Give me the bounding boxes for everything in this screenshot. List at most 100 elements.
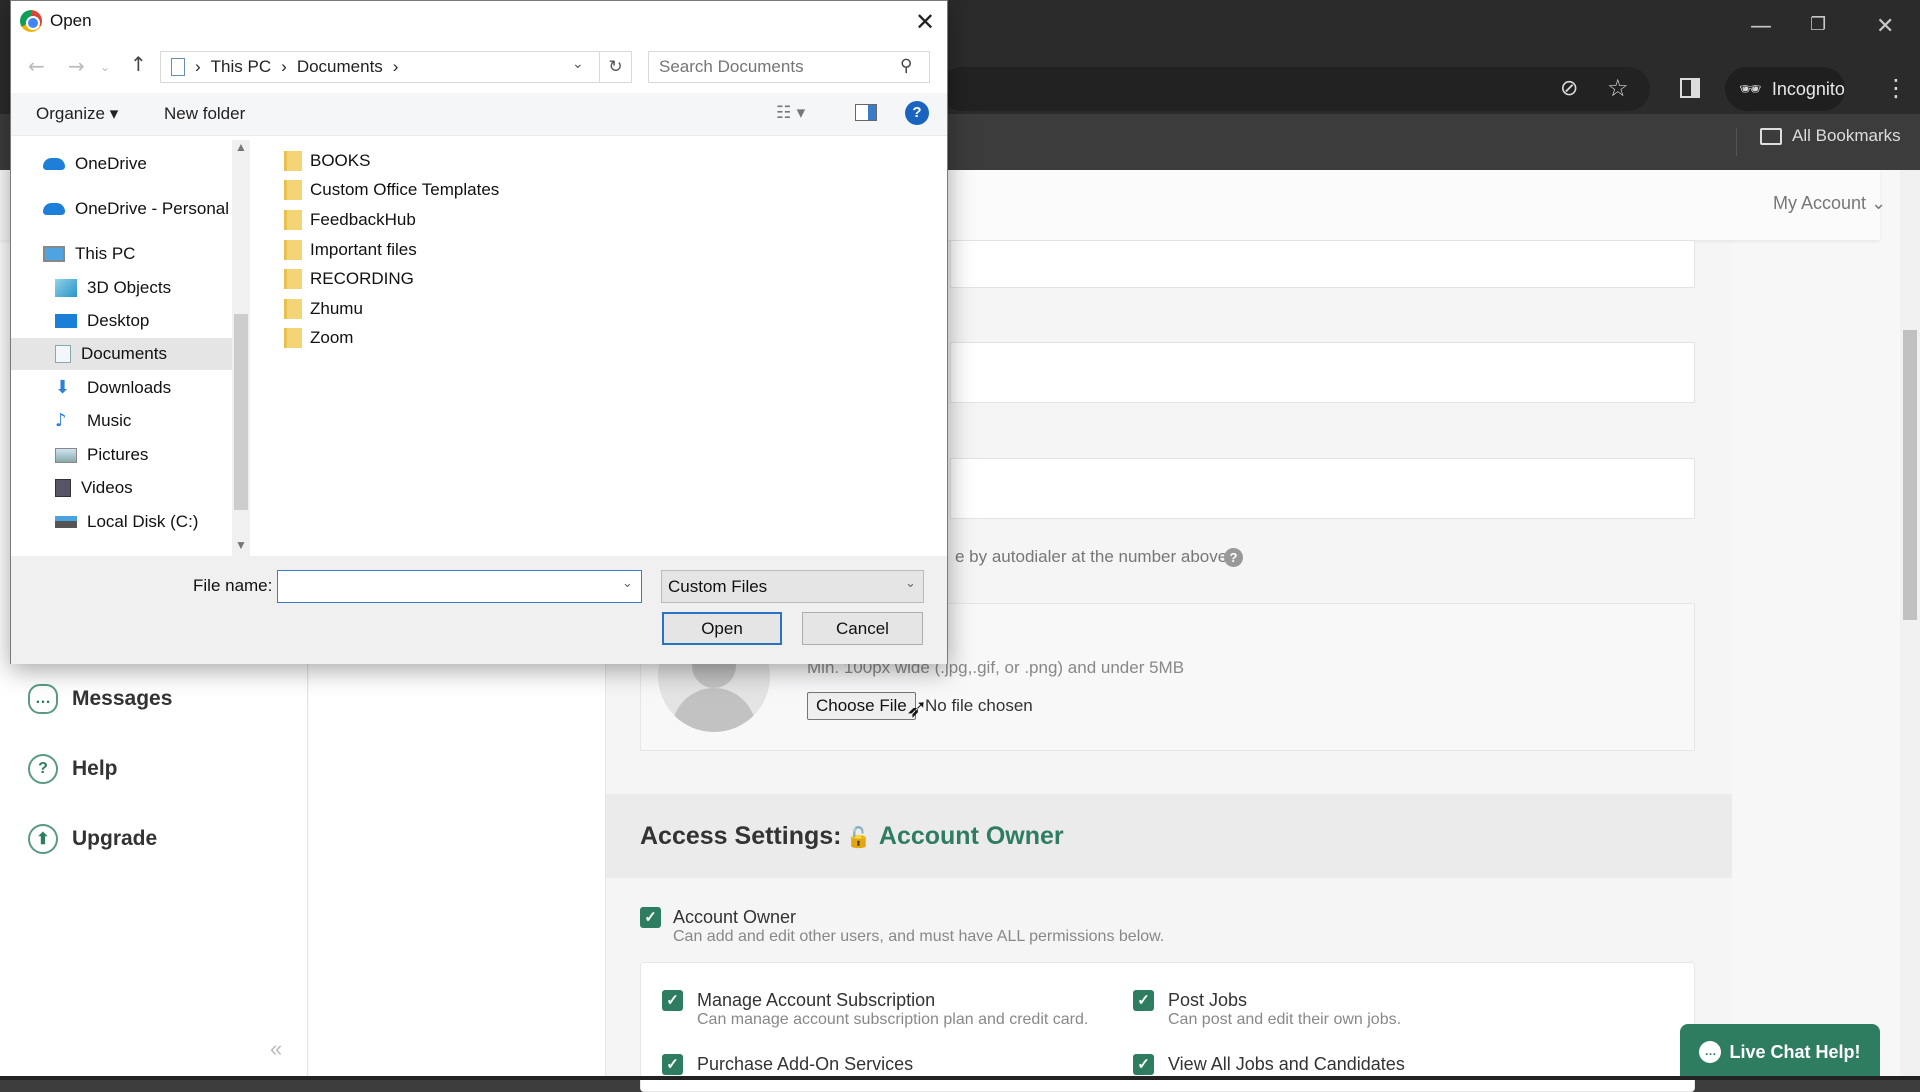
- sidebar-item-label: Messages: [72, 687, 173, 710]
- folder-item[interactable]: Important files: [284, 235, 417, 265]
- help-circle-icon: ?: [28, 754, 58, 784]
- breadcrumb-documents[interactable]: Documents: [297, 57, 383, 77]
- folder-name: BOOKS: [310, 150, 371, 170]
- open-button[interactable]: Open: [662, 612, 782, 645]
- nav-item-label: Downloads: [87, 378, 172, 397]
- scroll-down-icon[interactable]: ▼: [235, 538, 247, 552]
- nav-item-music[interactable]: ♪ Music: [11, 405, 239, 437]
- all-bookmarks-button[interactable]: All Bookmarks: [1760, 126, 1901, 146]
- side-panel-icon[interactable]: [1680, 78, 1700, 98]
- chevron-down-icon[interactable]: ⌄: [905, 576, 916, 591]
- sidebar-item-label: Upgrade: [72, 827, 158, 850]
- sidebar-item-help[interactable]: ? Help: [28, 754, 118, 784]
- help-icon[interactable]: ?: [905, 101, 929, 125]
- recent-locations-icon[interactable]: ⌄: [100, 60, 110, 74]
- file-name-input[interactable]: [277, 570, 642, 603]
- form-field[interactable]: [950, 240, 1695, 288]
- choose-file-button[interactable]: Choose File: [807, 692, 916, 720]
- checkbox-checked[interactable]: ✓: [662, 990, 683, 1011]
- new-folder-button[interactable]: New folder: [164, 104, 245, 124]
- nav-item-label: OneDrive - Personal: [75, 199, 230, 218]
- folder-item[interactable]: RECORDING: [284, 264, 414, 294]
- collapse-sidebar-icon[interactable]: «: [270, 1036, 282, 1062]
- window-close-button[interactable]: ✕: [1876, 14, 1894, 39]
- preview-pane-icon[interactable]: [855, 104, 877, 121]
- videos-icon: [55, 479, 71, 497]
- folder-item[interactable]: Zoom: [284, 324, 353, 354]
- documents-icon: [171, 58, 185, 76]
- scroll-up-icon[interactable]: ▲: [235, 140, 247, 154]
- nav-item-label: This PC: [75, 244, 136, 263]
- access-role-label: Account Owner: [878, 822, 1064, 850]
- chevron-down-icon[interactable]: ⌄: [622, 576, 633, 591]
- nav-item-videos[interactable]: Videos: [11, 472, 239, 504]
- permission-item[interactable]: ✓ Manage Account Subscription Can manage…: [662, 990, 1088, 1029]
- folder-name: Important files: [310, 239, 417, 259]
- permission-item[interactable]: ✓ Post Jobs Can post and edit their own …: [1133, 990, 1401, 1029]
- permission-desc: Can manage account subscription plan and…: [697, 1011, 1089, 1028]
- search-icon[interactable]: ⚲: [900, 56, 912, 76]
- dialog-close-button[interactable]: ✕: [915, 8, 935, 36]
- permission-title: View All Jobs and Candidates: [1168, 1054, 1405, 1074]
- live-chat-label: Live Chat Help!: [1729, 1041, 1861, 1062]
- nav-item-onedrive[interactable]: OneDrive: [11, 148, 239, 180]
- nav-item-downloads[interactable]: ⬇ Downloads: [11, 372, 239, 404]
- page-scrollbar-thumb[interactable]: [1903, 330, 1917, 620]
- address-bar[interactable]: [940, 67, 1650, 111]
- address-breadcrumb[interactable]: › This PC › Documents ›: [160, 51, 600, 83]
- checkbox-checked[interactable]: ✓: [1133, 1054, 1154, 1075]
- folder-item[interactable]: Custom Office Templates: [284, 176, 499, 206]
- restore-button[interactable]: ❐: [1810, 14, 1826, 35]
- cancel-button[interactable]: Cancel: [802, 612, 923, 645]
- file-status: No file chosen: [925, 696, 1033, 715]
- nav-item-3d-objects[interactable]: 3D Objects: [11, 272, 239, 304]
- page-scrollbar[interactable]: [1900, 170, 1920, 1080]
- navigation-pane: OneDrive OneDrive - Personal This PC 3D Obj…: [11, 136, 251, 556]
- checkbox-checked[interactable]: ✓: [1133, 990, 1154, 1011]
- nav-item-pictures[interactable]: Pictures: [11, 439, 239, 471]
- file-type-select[interactable]: Custom Files: [661, 570, 924, 603]
- permission-item[interactable]: ✓ Purchase Add-On Services: [662, 1054, 913, 1075]
- sidebar-item-label: Help: [72, 757, 118, 780]
- star-icon[interactable]: ☆: [1607, 74, 1629, 102]
- up-arrow-icon[interactable]: ↑: [130, 52, 147, 76]
- help-icon[interactable]: ?: [1224, 548, 1243, 567]
- permission-item[interactable]: ✓ View All Jobs and Candidates: [1133, 1054, 1405, 1075]
- nav-item-local-disk-c[interactable]: Local Disk (C:): [11, 506, 239, 538]
- menu-icon[interactable]: ⋮: [1884, 74, 1908, 102]
- eye-off-icon[interactable]: ⊘: [1560, 76, 1578, 101]
- form-field[interactable]: [950, 458, 1695, 519]
- forward-arrow-icon[interactable]: →: [68, 54, 85, 78]
- live-chat-button[interactable]: … Live Chat Help!: [1680, 1024, 1880, 1080]
- incognito-label: Incognito: [1771, 78, 1845, 99]
- nav-item-desktop[interactable]: Desktop: [11, 305, 239, 337]
- folder-item[interactable]: Zhumu: [284, 294, 363, 324]
- my-account-menu[interactable]: My Account ⌄: [1773, 193, 1886, 214]
- search-input[interactable]: [648, 51, 930, 83]
- incognito-badge[interactable]: 🕶 Incognito: [1725, 67, 1845, 111]
- nav-pane-scrollbar-thumb[interactable]: [234, 314, 248, 510]
- checkbox-checked[interactable]: ✓: [662, 1054, 683, 1075]
- folder-item[interactable]: BOOKS: [284, 146, 370, 176]
- permission-title: Account Owner: [673, 907, 797, 927]
- sidebar-item-upgrade[interactable]: ⬆ Upgrade: [28, 824, 157, 854]
- back-arrow-icon[interactable]: ←: [28, 54, 45, 78]
- organize-button[interactable]: Organize ▾: [36, 104, 118, 124]
- sidebar-item-messages[interactable]: … Messages: [28, 684, 172, 714]
- nav-item-onedrive-personal[interactable]: OneDrive - Personal: [11, 193, 239, 225]
- breadcrumb-this-pc[interactable]: This PC: [211, 57, 271, 77]
- nav-item-this-pc[interactable]: This PC: [11, 238, 239, 270]
- nav-item-documents[interactable]: Documents: [11, 338, 239, 370]
- permission-title: Purchase Add-On Services: [697, 1054, 914, 1074]
- nav-item-label: Local Disk (C:): [87, 512, 199, 531]
- form-field[interactable]: [950, 342, 1695, 403]
- folder-item[interactable]: FeedbackHub: [284, 205, 416, 235]
- desktop-icon: [55, 314, 77, 328]
- view-options-icon[interactable]: ☷ ▾: [776, 103, 805, 123]
- chevron-down-icon[interactable]: ⌄: [572, 56, 584, 72]
- checkbox-checked[interactable]: ✓: [640, 907, 661, 928]
- refresh-button[interactable]: ↻: [600, 51, 632, 83]
- permission-account-owner[interactable]: ✓ Account Owner Can add and edit other u…: [640, 907, 1164, 946]
- minimize-button[interactable]: —: [1750, 14, 1772, 39]
- cloud-icon: [43, 203, 65, 215]
